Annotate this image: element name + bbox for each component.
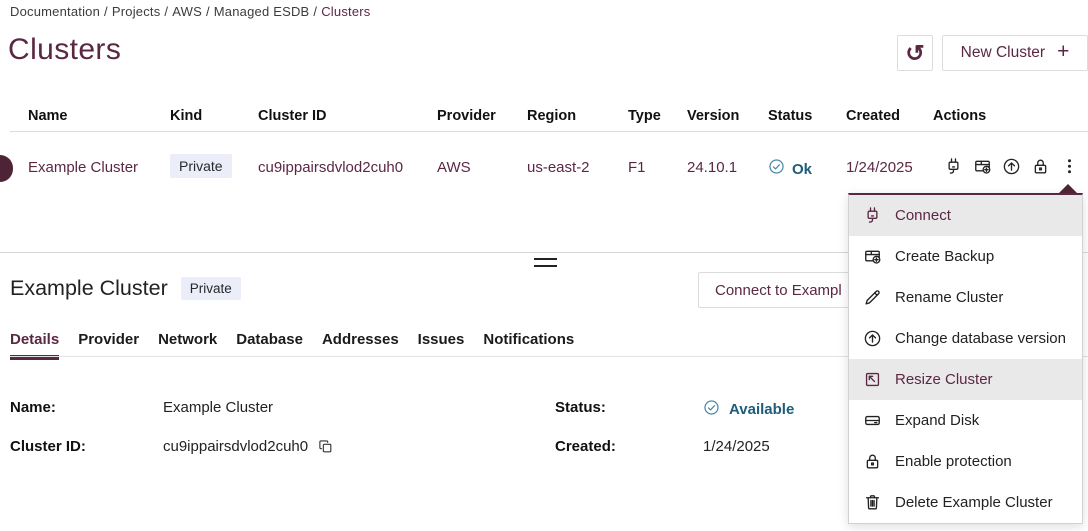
menu-item-resize-cluster[interactable]: Resize Cluster: [849, 359, 1082, 400]
plus-icon: +: [1057, 40, 1069, 64]
detail-header: Example Cluster Private: [10, 276, 241, 301]
menu-item-label: Create Backup: [895, 248, 994, 265]
breadcrumb-separator: /: [164, 4, 168, 19]
breadcrumb-separator: /: [313, 4, 317, 19]
cell-cluster-id: cu9ippairsdvlod2cuh0: [258, 159, 403, 176]
clusters-page: Documentation/Projects/AWS/Managed ESDB/…: [0, 0, 1088, 531]
column-header-type: Type: [628, 108, 661, 124]
new-cluster-label: New Cluster: [961, 44, 1045, 62]
cell-kind: Private: [170, 154, 232, 178]
menu-item-label: Expand Disk: [895, 412, 979, 429]
arrow-up-circle-icon: [1002, 157, 1021, 176]
trash-icon: [863, 493, 882, 512]
refresh-button[interactable]: ↺: [897, 35, 933, 71]
column-header-version: Version: [687, 108, 739, 124]
status-text: Ok: [792, 161, 812, 178]
plug-icon: [944, 157, 963, 176]
menu-pointer-arrow: [1059, 184, 1077, 193]
column-header-kind: Kind: [170, 108, 202, 124]
menu-item-expand-disk[interactable]: Expand Disk: [849, 400, 1082, 441]
menu-item-label: Rename Cluster: [895, 289, 1003, 306]
menu-item-change-database-version[interactable]: Change database version: [849, 318, 1082, 359]
breadcrumb-item-managed-esdb[interactable]: Managed ESDB: [214, 4, 310, 19]
breadcrumb-separator: /: [104, 4, 108, 19]
field-cluster-id-label: Cluster ID:: [10, 438, 86, 455]
protection-action-button[interactable]: [1031, 157, 1050, 176]
connect-to-cluster-button[interactable]: Connect to Exampl: [698, 272, 868, 308]
cell-type: F1: [628, 159, 646, 176]
lock-icon: [1031, 157, 1050, 176]
plug-icon: [863, 206, 882, 225]
disk-icon: [863, 411, 882, 430]
field-created-label: Created:: [555, 438, 616, 455]
more-actions-kebab-button[interactable]: [1060, 157, 1079, 176]
menu-item-label: Resize Cluster: [895, 371, 993, 388]
resize-icon: [863, 370, 882, 389]
menu-item-label: Connect: [895, 207, 951, 224]
change-version-action-button[interactable]: [1002, 157, 1021, 176]
copy-cluster-id-button[interactable]: [317, 439, 333, 455]
create-backup-action-button[interactable]: [973, 157, 992, 176]
breadcrumb-separator: /: [206, 4, 210, 19]
status-available-text: Available: [729, 401, 794, 418]
column-header-region: Region: [527, 108, 576, 124]
row-actions: [944, 157, 1079, 176]
cell-region: us-east-2: [527, 159, 590, 176]
field-created-value: 1/24/2025: [703, 438, 770, 455]
column-header-created: Created: [846, 108, 900, 124]
column-header-status: Status: [768, 108, 812, 124]
column-header-actions: Actions: [933, 108, 986, 124]
backup-icon: [863, 247, 882, 266]
refresh-icon: ↺: [905, 40, 924, 67]
check-circle-icon: [703, 399, 720, 420]
cell-created: 1/24/2025: [846, 159, 913, 176]
backup-icon: [973, 157, 992, 176]
row-selection-marker: [0, 155, 13, 182]
page-title: Clusters: [8, 33, 121, 67]
field-status-label: Status:: [555, 399, 606, 416]
connect-to-cluster-label: Connect to Exampl: [715, 282, 842, 299]
cluster-id-text: cu9ippairsdvlod2cuh0: [163, 438, 308, 455]
breadcrumb-item-documentation[interactable]: Documentation: [10, 4, 100, 19]
pencil-icon: [863, 288, 882, 307]
field-name-value: Example Cluster: [163, 399, 273, 416]
cell-version: 24.10.1: [687, 159, 737, 176]
menu-item-label: Delete Example Cluster: [895, 494, 1053, 511]
cell-provider: AWS: [437, 159, 471, 176]
panel-drag-handle[interactable]: [534, 258, 557, 267]
kebab-icon: [1060, 157, 1079, 176]
breadcrumb-item-projects[interactable]: Projects: [112, 4, 161, 19]
arrow-up-circle-icon: [863, 329, 882, 348]
actions-menu: Connect Create Backup Rename Cluster Cha…: [848, 193, 1083, 524]
menu-item-label: Enable protection: [895, 453, 1012, 470]
new-cluster-button[interactable]: New Cluster +: [942, 35, 1088, 71]
field-status-value: Available: [703, 399, 794, 420]
menu-item-enable-protection[interactable]: Enable protection: [849, 441, 1082, 482]
connect-action-button[interactable]: [944, 157, 963, 176]
menu-item-connect[interactable]: Connect: [849, 195, 1082, 236]
cell-status: Ok: [768, 158, 812, 180]
column-header-cluster-id: Cluster ID: [258, 108, 327, 124]
breadcrumb: Documentation/Projects/AWS/Managed ESDB/…: [10, 4, 371, 19]
cell-cluster-name[interactable]: Example Cluster: [28, 159, 138, 176]
check-circle-icon: [768, 158, 785, 180]
field-name-label: Name:: [10, 399, 56, 416]
menu-item-rename-cluster[interactable]: Rename Cluster: [849, 277, 1082, 318]
private-badge: Private: [181, 277, 241, 300]
lock-icon: [863, 452, 882, 471]
menu-item-label: Change database version: [895, 330, 1066, 347]
breadcrumb-item-aws[interactable]: AWS: [172, 4, 202, 19]
menu-item-create-backup[interactable]: Create Backup: [849, 236, 1082, 277]
table-header-divider: [10, 131, 1088, 132]
kind-badge: Private: [170, 154, 232, 178]
field-cluster-id-value: cu9ippairsdvlod2cuh0: [163, 438, 333, 455]
menu-item-delete-cluster[interactable]: Delete Example Cluster: [849, 482, 1082, 523]
copy-icon: [318, 442, 333, 457]
breadcrumb-item-clusters-current: Clusters: [321, 4, 370, 19]
column-header-name: Name: [28, 108, 68, 124]
column-header-provider: Provider: [437, 108, 496, 124]
detail-cluster-title: Example Cluster: [10, 276, 168, 301]
